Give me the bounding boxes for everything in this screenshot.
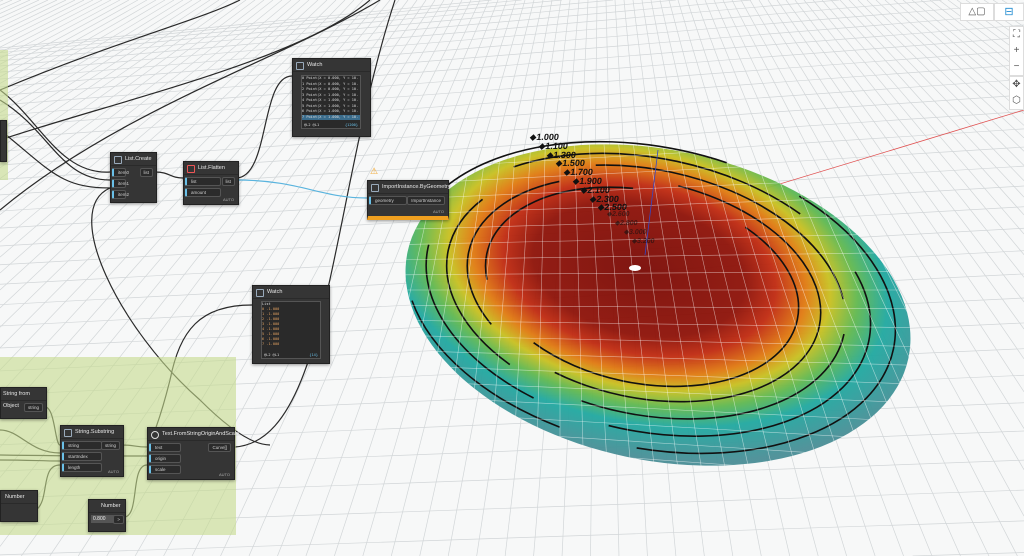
input-port[interactable]: startIndex <box>62 452 102 461</box>
list-levels: @L2 @L1 <box>304 122 320 127</box>
output-port[interactable]: list <box>139 168 153 177</box>
list-flatten-node[interactable]: List.Flatten list amount list AUTO <box>183 161 239 205</box>
node-icon <box>64 429 72 437</box>
output-port[interactable]: list <box>221 177 235 186</box>
output-port[interactable]: ImportInstance <box>407 196 445 205</box>
watch-output-list[interactable]: 0 Point(X = 0.000, Y = 10. 1 Point(X = 0… <box>301 75 361 129</box>
node-title: Text.FromStringOriginAndScale <box>162 431 240 437</box>
node-title: Number <box>101 503 121 509</box>
item-count: {14} <box>309 353 318 357</box>
zoom-fit-button[interactable]: ⛶ <box>1010 27 1023 43</box>
watch-item: 4 Point(X = 1.000, Y = 10. <box>302 98 359 102</box>
item-count: {1200} <box>345 122 358 127</box>
contour-label: ⬥3.000 <box>623 228 647 236</box>
input-port[interactable]: geometry <box>369 196 407 205</box>
node-title: ImportInstance.ByGeometry <box>382 184 451 190</box>
node-icon <box>371 184 379 192</box>
list-levels: @L2 @L1 <box>264 353 280 357</box>
lacing-label: AUTO <box>107 469 119 474</box>
zoom-out-button[interactable]: − <box>1010 59 1023 75</box>
x-axis-line <box>759 109 1024 191</box>
watch-item: 0 Point(X = 0.000, Y = 10. <box>302 76 359 80</box>
output-port[interactable]: string <box>23 403 43 412</box>
watch-node-points[interactable]: Watch 0 Point(X = 0.000, Y = 10. 1 Point… <box>292 58 371 137</box>
geometry-view-button[interactable]: △▢ <box>960 3 994 21</box>
number-node-left[interactable]: Number <box>0 490 38 522</box>
input-port[interactable]: length <box>62 463 102 472</box>
number-input[interactable]: 0.800 <box>91 515 115 523</box>
zoom-in-button[interactable]: + <box>1010 43 1023 59</box>
number-node[interactable]: Number 0.800 > <box>88 499 126 532</box>
watch-node-numbers[interactable]: Watch List 0 -1.000 1 -1.000 2 -1.000 3 … <box>252 285 330 364</box>
contour-label: ⬥3.200 <box>631 237 655 245</box>
node-icon <box>114 156 122 164</box>
node-title: Watch <box>307 62 323 68</box>
lacing-label: AUTO <box>218 472 230 477</box>
node-title: Number <box>5 494 25 500</box>
text-from-string-node[interactable]: Text.FromStringOriginAndScale text origi… <box>147 427 239 480</box>
input-port[interactable]: scale <box>149 465 181 474</box>
orbit-button[interactable]: ⬡ <box>1010 93 1023 109</box>
zoom-controls: ⛶ + − <box>1009 26 1024 76</box>
input-port[interactable]: string <box>62 441 102 450</box>
watch-item: 7 -1.000 <box>262 342 280 346</box>
input-port[interactable]: item2 <box>112 190 129 199</box>
string-substring-node[interactable]: String.Substring string startIndex lengt… <box>60 425 124 477</box>
contour-label: ⬥2.600 <box>606 211 630 219</box>
input-port[interactable]: amount <box>185 188 221 197</box>
input-port[interactable]: origin <box>149 454 181 463</box>
node-title: List.Create <box>125 156 152 162</box>
input-port[interactable]: item1 <box>112 179 129 188</box>
output-port[interactable]: Curve[] <box>208 443 231 452</box>
import-instance-node[interactable]: ImportInstance.ByGeometry geometry Impor… <box>367 180 451 220</box>
input-port[interactable]: item0 <box>112 168 129 177</box>
watch-icon <box>256 289 264 297</box>
node-title: List.Flatten <box>198 165 225 171</box>
navigation-controls: ✥ ⬡ <box>1009 76 1024 110</box>
watch-item: 2 Point(X = 0.000, Y = 10. <box>302 87 359 91</box>
pan-button[interactable]: ✥ <box>1010 77 1023 93</box>
node-icon <box>151 431 159 439</box>
origin-marker <box>629 265 641 271</box>
lacing-label: AUTO <box>432 209 444 214</box>
node-title: Watch <box>267 289 283 295</box>
warning-icon[interactable]: ⚠ <box>370 166 378 177</box>
watch-output-list[interactable]: List 0 -1.000 1 -1.000 2 -1.000 3 -1.000… <box>261 301 321 359</box>
contour-label: ⬥2.800 <box>614 220 638 227</box>
offscreen-node[interactable] <box>0 120 7 162</box>
lacing-label: AUTO <box>222 197 234 202</box>
input-port[interactable]: text <box>149 443 181 452</box>
watch-item: 6 Point(X = 1.000, Y = 10. <box>302 109 359 113</box>
node-title: String.Substring <box>75 429 115 435</box>
output-port[interactable]: string <box>100 441 120 450</box>
list-create-node[interactable]: List.Create item0 item1 item2 list <box>110 152 157 203</box>
watch-icon <box>296 62 304 70</box>
string-from-object-node[interactable]: String from Object string <box>0 387 47 419</box>
graph-view-button[interactable]: ⊟ <box>994 3 1024 21</box>
input-port[interactable]: list <box>185 177 221 186</box>
watch-item-selected: 7 Point(X = 1.000, Y = 10. <box>302 114 360 120</box>
node-icon <box>187 165 195 173</box>
output-port[interactable]: > <box>113 515 124 524</box>
